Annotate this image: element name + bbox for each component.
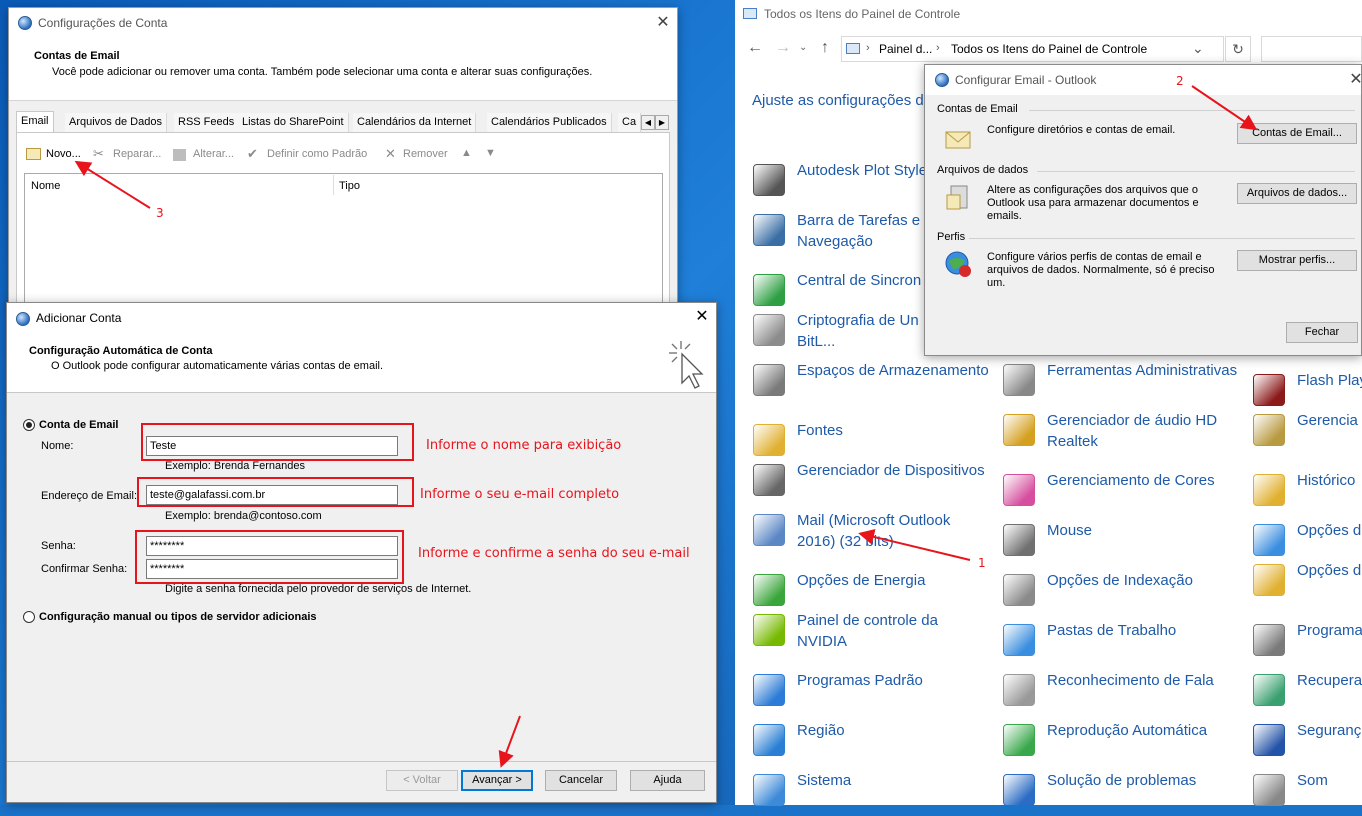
annotation-arrows <box>74 85 1258 768</box>
arrow-to-new-button <box>74 160 151 209</box>
arrow-to-next-button <box>498 715 521 768</box>
arrow-to-mail-item <box>858 529 971 561</box>
arrow-to-email-accounts-button <box>1191 85 1258 131</box>
